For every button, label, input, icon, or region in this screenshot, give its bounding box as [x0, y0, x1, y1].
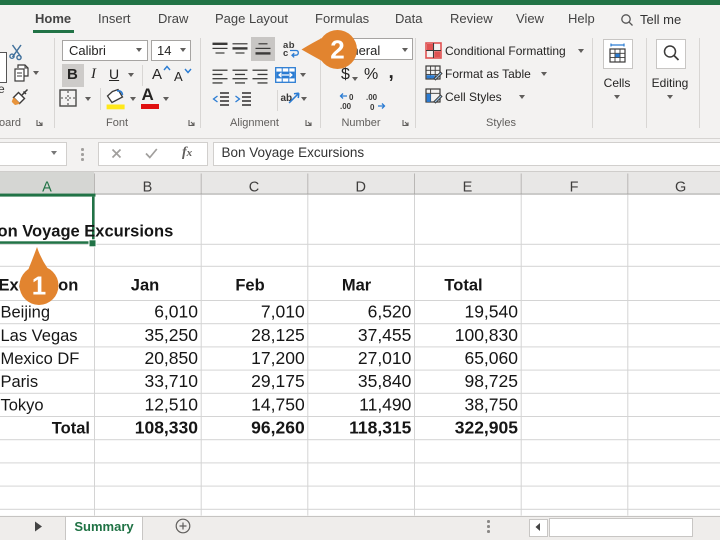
- svg-text:100,830: 100,830: [455, 325, 519, 345]
- svg-text:19,540: 19,540: [464, 302, 518, 322]
- svg-text:Total: Total: [444, 277, 482, 295]
- svg-text:65,060: 65,060: [464, 348, 518, 368]
- svg-text:D: D: [355, 180, 365, 196]
- svg-text:12,510: 12,510: [144, 394, 198, 414]
- svg-text:A: A: [42, 180, 52, 196]
- svg-text:108,330: 108,330: [135, 418, 199, 438]
- svg-text:96,260: 96,260: [251, 418, 305, 438]
- svg-text:B: B: [143, 180, 153, 196]
- svg-text:C: C: [249, 180, 259, 196]
- svg-text:Beijing: Beijing: [1, 304, 51, 322]
- svg-text:7,010: 7,010: [261, 302, 305, 322]
- svg-text:35,840: 35,840: [358, 371, 412, 391]
- svg-text:28,125: 28,125: [251, 325, 305, 345]
- svg-text:29,175: 29,175: [251, 371, 305, 391]
- svg-text:14,750: 14,750: [251, 394, 305, 414]
- svg-text:20,850: 20,850: [144, 348, 198, 368]
- svg-text:27,010: 27,010: [358, 348, 412, 368]
- svg-text:0: 0: [349, 93, 354, 102]
- svg-text:98,725: 98,725: [464, 371, 518, 391]
- svg-text:Mar: Mar: [342, 277, 372, 295]
- svg-text:6,010: 6,010: [154, 302, 198, 322]
- svg-text:.00: .00: [340, 102, 352, 111]
- svg-text:E: E: [463, 180, 473, 196]
- svg-text:6,520: 6,520: [368, 302, 412, 322]
- svg-text:F: F: [570, 180, 579, 196]
- svg-text:322,905: 322,905: [455, 418, 519, 438]
- svg-text:Las Vegas: Las Vegas: [1, 327, 78, 345]
- svg-text:33,710: 33,710: [144, 371, 198, 391]
- svg-text:Paris: Paris: [1, 373, 39, 391]
- svg-text:1: 1: [32, 271, 46, 301]
- svg-text:118,315: 118,315: [349, 418, 412, 438]
- svg-text:Jan: Jan: [131, 277, 159, 295]
- svg-text:on Voyage Excursions: on Voyage Excursions: [0, 222, 173, 240]
- svg-text:Feb: Feb: [235, 277, 264, 295]
- svg-text:G: G: [675, 180, 686, 196]
- svg-text:0: 0: [370, 103, 375, 112]
- svg-text:37,455: 37,455: [358, 325, 412, 345]
- svg-text:.00: .00: [366, 93, 378, 102]
- svg-text:38,750: 38,750: [464, 394, 518, 414]
- svg-text:35,250: 35,250: [144, 325, 198, 345]
- svg-text:Mexico DF: Mexico DF: [1, 350, 80, 368]
- svg-text:Total: Total: [52, 420, 90, 438]
- svg-text:Tokyo: Tokyo: [1, 396, 44, 414]
- svg-text:2: 2: [330, 35, 344, 65]
- svg-text:17,200: 17,200: [251, 348, 305, 368]
- svg-text:11,490: 11,490: [359, 394, 411, 414]
